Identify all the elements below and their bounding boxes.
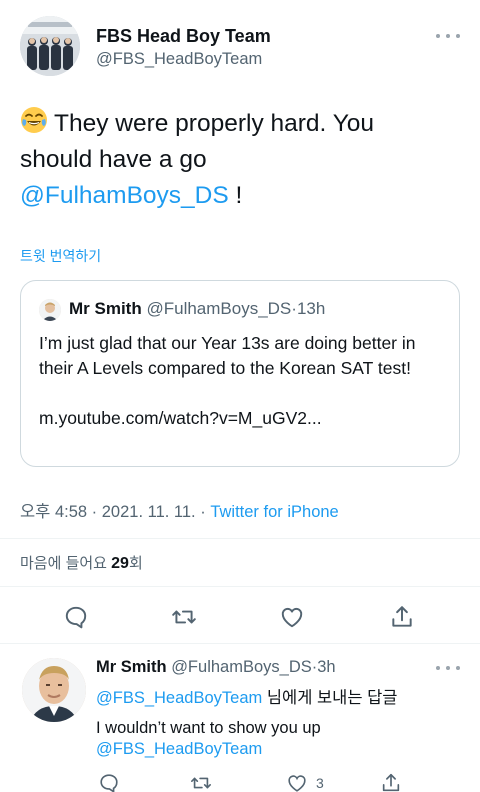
tweet-date: 2021. 11. 11. [101, 503, 196, 521]
tweet-time: 오후 4:58 [20, 503, 88, 521]
quoted-tweet-card[interactable]: Mr Smith @FulhamBoys_DS·13h I’m just gla… [20, 280, 460, 467]
more-dot-icon [456, 34, 460, 38]
more-dot-icon [446, 34, 450, 38]
quote-body: I’m just glad that our Year 13s are doin… [39, 331, 449, 431]
more-dot-icon [456, 666, 460, 670]
author-name[interactable]: FBS Head Boy Team [96, 26, 271, 47]
share-button[interactable] [388, 603, 416, 631]
tweet-meta: 오후 4:58 · 2021. 11. 11. · Twitter for iP… [20, 498, 339, 522]
replying-to: @FBS_HeadBoyTeam 님에게 보내는 답글 [96, 684, 397, 708]
more-dot-icon [436, 34, 440, 38]
tweet-text: They were properly hard. You should have… [20, 106, 440, 214]
reply-icon [100, 774, 118, 792]
divider [0, 586, 480, 587]
reply-text: I wouldn’t want to show you up [96, 719, 321, 737]
like-button[interactable] [278, 603, 306, 631]
retweet-icon [191, 777, 211, 789]
more-dot-icon [436, 666, 440, 670]
reply-retweet-button[interactable] [190, 772, 212, 792]
quote-author-name: Mr Smith [69, 299, 142, 318]
quote-link[interactable]: m.youtube.com/watch?v=M_uGV2... [39, 406, 449, 431]
tweet-text-end: ! [228, 182, 243, 209]
divider [0, 643, 480, 644]
replying-to-handle[interactable]: @FBS_HeadBoyTeam [96, 689, 262, 707]
reply-share-button[interactable] [380, 772, 402, 792]
share-icon [392, 606, 412, 627]
quote-author-avatar [39, 299, 61, 321]
reply-more-options-button[interactable] [436, 662, 460, 674]
like-icon [281, 607, 303, 628]
retweet-icon [172, 610, 196, 624]
reply-icon [65, 606, 87, 629]
reply-header: Mr Smith @FulhamBoys_DS·3h [96, 658, 336, 677]
likes-count: 29 [111, 555, 129, 572]
retweet-button[interactable] [170, 603, 198, 631]
likes-suffix: 회 [128, 555, 143, 572]
reply-author-avatar[interactable] [22, 658, 86, 722]
reply-like-count: 3 [316, 775, 324, 791]
more-dot-icon [446, 666, 450, 670]
tweet-mention-link[interactable]: @FulhamBoys_DS [20, 182, 229, 209]
reply-button[interactable] [62, 603, 90, 631]
more-options-button[interactable] [436, 28, 460, 44]
quote-age: 13h [296, 299, 326, 318]
reply-mention-link[interactable]: @FBS_HeadBoyTeam [96, 740, 262, 759]
translate-tweet-link[interactable]: 트윗 번역하기 [20, 246, 101, 266]
like-icon [288, 775, 306, 792]
reply-author-handle[interactable]: @FulhamBoys_DS [171, 658, 312, 676]
quote-author-handle: @FulhamBoys_DS [146, 299, 292, 318]
tweet-text-main: They were properly hard. You should have… [20, 110, 375, 173]
meta-separator: · [91, 503, 98, 521]
reply-reply-button[interactable] [98, 772, 120, 792]
likes-count-link[interactable]: 마음에 들어요 29회 [20, 552, 143, 573]
joy-emoji-icon [20, 106, 48, 134]
reply-author-name[interactable]: Mr Smith [96, 658, 167, 676]
reply-like-button[interactable]: 3 [286, 772, 324, 792]
author-handle[interactable]: @FBS_HeadBoyTeam [96, 50, 262, 69]
author-avatar[interactable] [20, 16, 80, 76]
reply-age: 3h [317, 658, 336, 676]
quote-text: I’m just glad that our Year 13s are doin… [39, 333, 416, 378]
divider [0, 538, 480, 539]
tweet-source-link[interactable]: Twitter for iPhone [210, 503, 338, 521]
meta-separator: · [200, 503, 206, 521]
likes-prefix: 마음에 들어요 [20, 555, 107, 572]
share-icon [382, 773, 400, 792]
quote-header: Mr Smith @FulhamBoys_DS·13h [69, 299, 325, 319]
replying-to-suffix: 님에게 보내는 답글 [262, 689, 398, 707]
